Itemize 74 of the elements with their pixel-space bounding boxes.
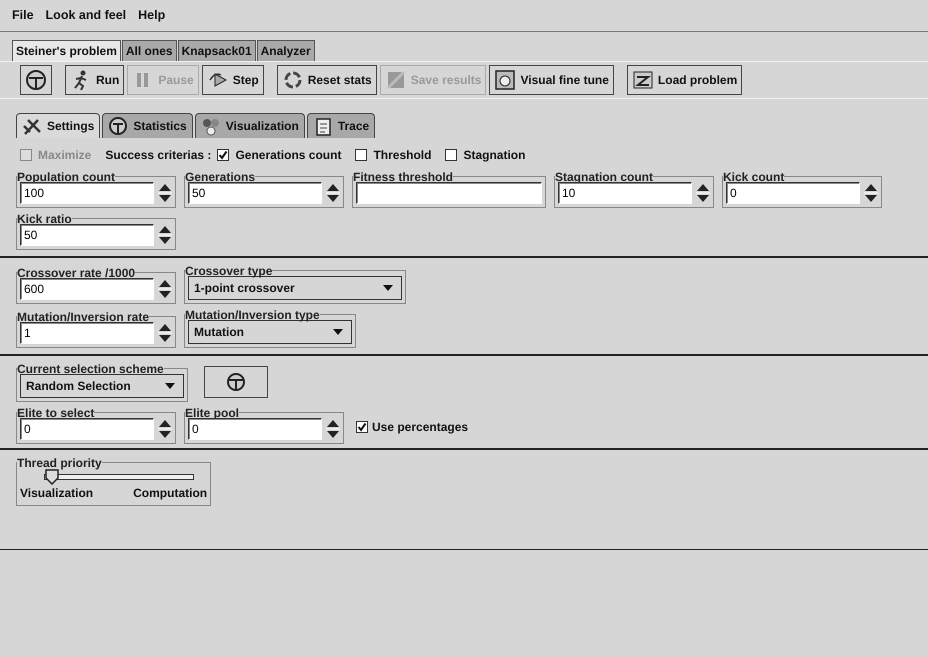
number-field[interactable]: 600 [20, 278, 154, 300]
group-title: Mutation/Inversion rate [17, 310, 150, 324]
spinner-arrows[interactable] [158, 418, 172, 440]
criteria-label: Success criterias : [105, 146, 212, 164]
number-field[interactable]: 0 [20, 418, 154, 440]
save-icon [384, 68, 407, 91]
toolbar-button[interactable]: Step [202, 64, 264, 95]
toolbar-button[interactable]: Reset stats [276, 64, 377, 95]
group-title: Stagnation count [555, 170, 653, 184]
checkbox-label: Maximize [38, 146, 92, 164]
number-field[interactable]: 0 [188, 418, 322, 440]
circle-icon [25, 68, 47, 91]
icon-button[interactable] [204, 366, 268, 398]
circle-icon [226, 372, 246, 392]
group-title: Elite to select [17, 406, 94, 420]
tab[interactable]: Statistics [102, 112, 193, 138]
group-title: Fitness threshold [353, 170, 454, 184]
number-field[interactable]: 100 [20, 182, 154, 204]
spinner-arrows[interactable] [158, 278, 172, 300]
caret-icon [383, 284, 393, 291]
spinner-arrows[interactable] [326, 182, 340, 204]
group-title: Population count [17, 170, 115, 184]
tab[interactable]: Steiner's problem [12, 40, 121, 61]
toolbar-button[interactable]: Load problem [626, 64, 742, 95]
toolbar-button[interactable] [20, 64, 52, 95]
number-field[interactable]: 0 [726, 182, 860, 204]
toolbar-button[interactable]: Visual fine tune [489, 64, 614, 95]
tab[interactable]: Settings [16, 112, 100, 138]
caret-icon [333, 328, 343, 335]
checkbox[interactable] [445, 148, 458, 161]
monitor-icon [494, 68, 516, 91]
chart-icon [108, 116, 128, 136]
slider-label: Visualization [20, 484, 94, 502]
group-title: Current selection scheme [17, 362, 164, 376]
checkbox[interactable] [356, 420, 368, 433]
group-title: Crossover rate /1000 [17, 266, 136, 280]
checkbox-label: Stagnation [463, 146, 526, 164]
menu-item[interactable]: File [12, 6, 34, 25]
caret-icon [165, 382, 175, 389]
spinner-arrows[interactable] [696, 182, 710, 204]
spinner-arrows[interactable] [326, 418, 340, 440]
group-title: Elite pool [185, 406, 239, 420]
checkbox-label: Generations count [235, 146, 342, 164]
group-title: Crossover type [185, 264, 272, 278]
group-title: Generations [185, 170, 256, 184]
group-title: Mutation/Inversion type [185, 308, 320, 322]
slider-label: Computation [133, 484, 208, 502]
group-title: Thread priority [17, 456, 102, 470]
spinner-arrows[interactable] [864, 182, 878, 204]
group-title: Kick ratio [17, 212, 72, 226]
text-field[interactable] [356, 182, 542, 204]
tab[interactable]: Trace [306, 112, 376, 138]
tab[interactable]: All ones [122, 40, 177, 61]
number-field[interactable]: 1 [20, 322, 154, 344]
dropdown[interactable]: Random Selection [20, 374, 184, 398]
number-field[interactable]: 10 [558, 182, 692, 204]
group-title: Kick count [723, 170, 784, 184]
checkbox[interactable] [217, 148, 230, 161]
tab[interactable]: Knapsack01 [178, 40, 256, 61]
slider-thumb[interactable] [45, 468, 60, 485]
tab[interactable]: Analyzer [256, 40, 315, 61]
checkbox-label: Threshold [373, 146, 432, 164]
menu-item[interactable]: Look and feel [46, 6, 126, 25]
checkbox-label: Use percentages [372, 418, 468, 436]
spinner-arrows[interactable] [158, 322, 172, 344]
number-field[interactable]: 50 [188, 182, 322, 204]
spinner-arrows[interactable] [158, 182, 172, 204]
recycle-icon [282, 68, 304, 91]
checkbox[interactable] [355, 148, 368, 161]
tab[interactable]: Visualization [194, 112, 305, 138]
menu-item[interactable]: Help [138, 6, 166, 25]
toolbar-button[interactable]: Run [65, 64, 124, 95]
number-field[interactable]: 50 [20, 224, 154, 246]
spinner-arrows[interactable] [158, 224, 172, 246]
